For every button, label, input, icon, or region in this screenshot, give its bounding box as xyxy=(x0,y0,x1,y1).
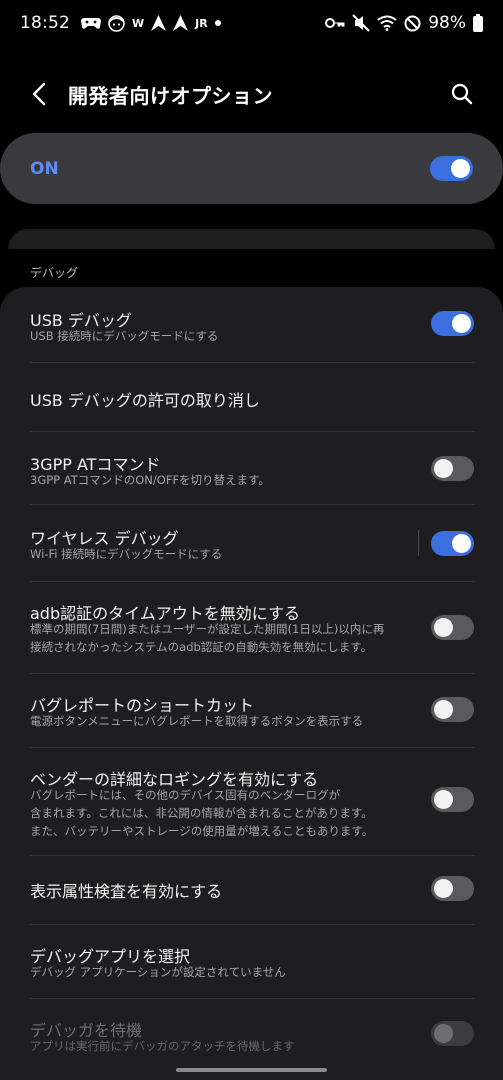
list-item-subtitle-line-2: 含まれます。これには、非公開の情報が含まれることがあります。 xyxy=(30,806,373,820)
list-item-title: 表示属性検査を有効にする xyxy=(30,882,223,901)
toggle-knob xyxy=(434,879,453,898)
screen: 18:52 W JR 98% 開発者向けオプション ON デバッグ USB デバ… xyxy=(0,0,503,1080)
debug-settings-list: USB デバッグ USB 接続時にデバッグモードにする USB デバッグの許可の… xyxy=(0,287,503,1080)
key-icon xyxy=(325,14,345,32)
nav-arrow-icon xyxy=(151,14,167,32)
list-item-wireless-debugging[interactable]: ワイヤレス デバッグ Wi-Fi 接続時にデバッグモードにする xyxy=(0,505,503,581)
list-item-subtitle: デバッグ アプリケーションが設定されていません xyxy=(30,965,286,979)
status-left: 18:52 W JR xyxy=(20,13,221,33)
back-button[interactable] xyxy=(24,78,54,110)
battery-icon xyxy=(473,14,483,32)
list-item-revoke-usb-auth[interactable]: USB デバッグの許可の取り消し xyxy=(0,363,503,431)
list-item-usb-debugging[interactable]: USB デバッグ USB 接続時にデバッグモードにする xyxy=(0,287,503,362)
search-button[interactable] xyxy=(447,78,477,110)
toggle-knob xyxy=(434,1024,453,1043)
master-toggle-switch[interactable] xyxy=(430,156,473,181)
adb-timeout-toggle[interactable] xyxy=(431,615,474,640)
master-toggle-label: ON xyxy=(30,158,59,179)
gamepad-icon xyxy=(81,14,101,32)
app-header: 開発者向けオプション xyxy=(0,64,503,124)
w-icon: W xyxy=(132,16,145,30)
section-header-debug: デバッグ xyxy=(30,266,79,280)
page-title: 開発者向けオプション xyxy=(68,84,273,108)
list-item-subtitle: アプリは実行前にデバッガのアタッチを待機します xyxy=(30,1039,295,1053)
bug-report-shortcut-toggle[interactable] xyxy=(431,697,474,722)
toggle-knob xyxy=(451,159,470,178)
no-disturb-icon xyxy=(404,14,421,32)
view-attribute-toggle[interactable] xyxy=(431,876,474,901)
list-item-subtitle: USB 接続時にデバッグモードにする xyxy=(30,329,219,343)
toggle-knob xyxy=(434,790,453,809)
home-indicator[interactable] xyxy=(176,1068,327,1072)
list-item-3gpp-at-command[interactable]: 3GPP ATコマンド 3GPP ATコマンドのON/OFFを切り替えます。 xyxy=(0,432,503,504)
usb-debugging-toggle[interactable] xyxy=(431,311,474,336)
toggle-knob xyxy=(452,534,471,553)
toggle-knob xyxy=(452,314,471,333)
list-item-title: USB デバッグの許可の取り消し xyxy=(30,391,260,410)
list-item-subtitle: 3GPP ATコマンドのON/OFFを切り替えます。 xyxy=(30,473,270,487)
toggle-knob xyxy=(434,618,453,637)
nav-arrow-icon-2 xyxy=(173,14,189,32)
list-item-select-debug-app[interactable]: デバッグアプリを選択 デバッグ アプリケーションが設定されていません xyxy=(0,925,503,998)
wifi-icon xyxy=(377,14,397,32)
face-icon xyxy=(108,14,125,32)
status-right: 98% xyxy=(325,13,483,33)
list-item-subtitle: 電源ボタンメニューにバグレポートを取得するボタンを表示する xyxy=(30,714,364,728)
list-item-subtitle-line-1: 標準の期間(7日間)またはユーザーが設定した期間(1日以上)以内に再 xyxy=(30,622,385,636)
list-item-subtitle-line-1: バグレポートには、その他のデバイス固有のベンダーログが xyxy=(30,788,341,802)
list-item-wait-for-debugger: デバッガを待機 アプリは実行前にデバッガのアタッチを待機します xyxy=(0,999,503,1069)
back-arrow-icon xyxy=(32,82,46,106)
vendor-logging-toggle[interactable] xyxy=(431,787,474,812)
list-item-subtitle: Wi-Fi 接続時にデバッグモードにする xyxy=(30,547,223,561)
list-item-view-attribute-inspection[interactable]: 表示属性検査を有効にする xyxy=(0,856,503,924)
vertical-divider xyxy=(418,530,419,556)
list-item-subtitle-line-2: 接続されなかったシステムのadb認証の自動失効を無効にします。 xyxy=(30,640,373,654)
list-item-bug-report-shortcut[interactable]: バグレポートのショートカット 電源ボタンメニューにバグレポートを取得するボタンを… xyxy=(0,674,503,747)
toggle-knob xyxy=(434,459,453,478)
master-toggle-card[interactable]: ON xyxy=(0,133,503,204)
search-icon xyxy=(451,83,473,105)
dot-icon xyxy=(214,14,221,32)
wait-for-debugger-toggle xyxy=(431,1021,474,1046)
toggle-knob xyxy=(434,700,453,719)
3gpp-at-command-toggle[interactable] xyxy=(431,456,474,481)
list-item-subtitle-line-3: また、バッテリーやストレージの使用量が増えることもあります。 xyxy=(30,824,374,838)
list-item-vendor-verbose-logging[interactable]: ベンダーの詳細なロギングを有効にする バグレポートには、その他のデバイス固有のベ… xyxy=(0,748,503,855)
battery-percent: 98% xyxy=(428,13,466,33)
jr-logo-icon: JR xyxy=(195,16,208,30)
status-bar: 18:52 W JR 98% xyxy=(0,0,503,46)
status-time: 18:52 xyxy=(20,13,70,33)
mute-icon xyxy=(352,14,370,32)
list-item-disable-adb-timeout[interactable]: adb認証のタイムアウトを無効にする 標準の期間(7日間)またはユーザーが設定し… xyxy=(0,582,503,673)
previous-section-card xyxy=(8,229,495,249)
wireless-debugging-toggle[interactable] xyxy=(431,531,474,556)
